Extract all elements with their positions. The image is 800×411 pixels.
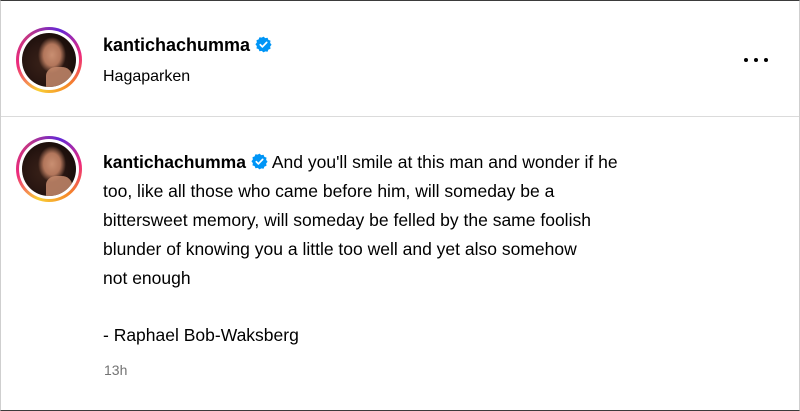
caption-attribution: - Raphael Bob-Waksberg	[103, 325, 299, 345]
author-username[interactable]: kantichachumma	[103, 35, 250, 55]
author-username-row: kantichachumma	[103, 35, 272, 56]
caption-line: kantichachumma And you'll smile at this …	[103, 148, 763, 177]
verified-badge-icon	[255, 36, 272, 53]
more-options-button[interactable]	[739, 53, 773, 67]
post-location[interactable]: Hagaparken	[103, 68, 190, 86]
caption-text: bittersweet memory, will someday be fell…	[103, 210, 591, 230]
caption-text: too, like all those who came before him,…	[103, 181, 555, 201]
avatar-photo	[22, 142, 76, 196]
post-timestamp[interactable]: 13h	[104, 362, 127, 378]
caption: kantichachumma And you'll smile at this …	[103, 148, 763, 293]
verified-badge-icon	[251, 153, 268, 170]
more-horizontal-icon	[744, 58, 748, 62]
caption-text: And you'll smile at this man and wonder …	[271, 152, 618, 172]
author-avatar[interactable]	[16, 27, 82, 93]
caption-username[interactable]: kantichachumma	[103, 152, 246, 172]
caption-text: blunder of knowing you a little too well…	[103, 239, 577, 259]
post-header: kantichachumma Hagaparken	[1, 1, 799, 117]
caption-author-avatar[interactable]	[16, 136, 82, 202]
avatar-photo	[22, 33, 76, 87]
post-panel: kantichachumma Hagaparken kantichachumma	[0, 0, 800, 411]
caption-text: not enough	[103, 268, 191, 288]
